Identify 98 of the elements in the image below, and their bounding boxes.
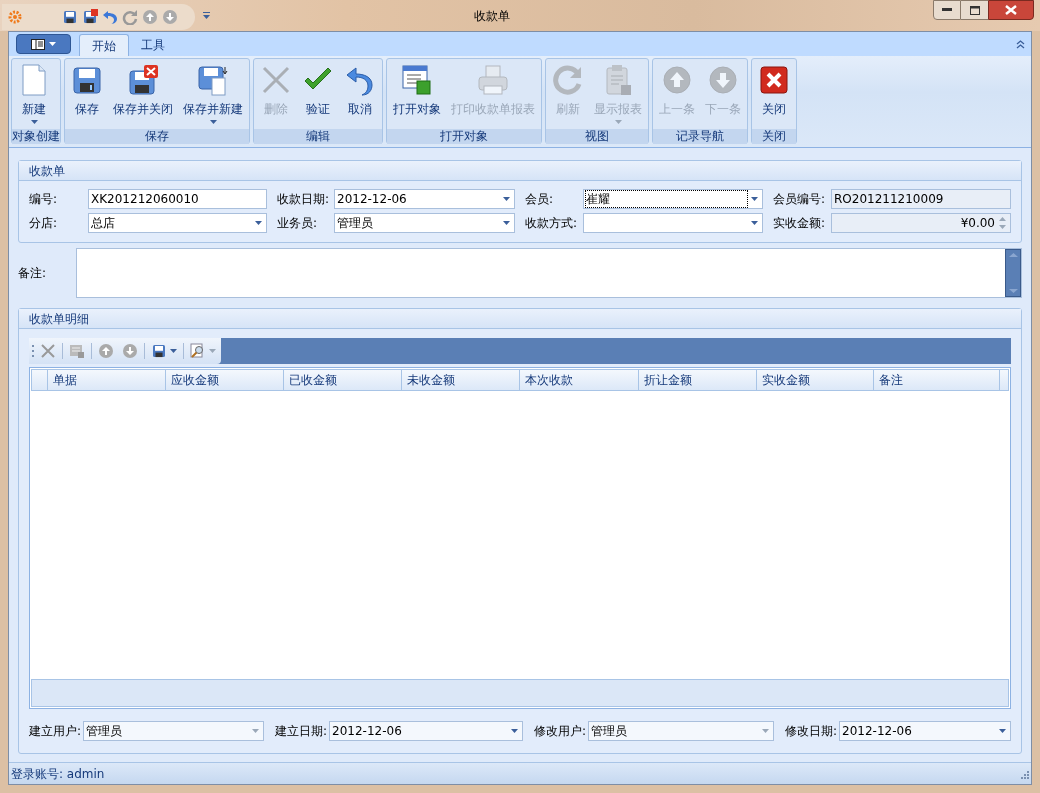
field-label: 备注:	[18, 265, 48, 282]
ribbon-button[interactable]: 保存并关闭	[109, 59, 177, 129]
collapse-ribbon-icon	[1016, 40, 1025, 49]
scroll-down-icon	[1008, 289, 1018, 293]
caret-icon	[209, 120, 217, 124]
number-field[interactable]: ¥0.00	[831, 213, 1011, 233]
group-label: 视图	[546, 129, 648, 144]
save-close-button[interactable]	[82, 8, 98, 25]
ribbon-button[interactable]: 保存	[67, 59, 107, 129]
column-header[interactable]: 实收金额	[757, 370, 874, 390]
field-label: 实收金额:	[773, 215, 827, 232]
close-button[interactable]	[988, 0, 1034, 20]
caret-icon	[503, 197, 510, 201]
field-label: 分店:	[29, 215, 59, 232]
caret-icon	[503, 221, 510, 225]
dropdown-field[interactable]: 2012-12-06	[839, 721, 1011, 741]
floppy-disk-document-icon	[197, 64, 229, 96]
dropdown-field[interactable]: 崔耀	[583, 189, 763, 209]
caret-icon	[751, 221, 758, 225]
field-label: 会员:	[525, 191, 555, 208]
dropdown-field[interactable]: 总店	[88, 213, 267, 233]
field-label: 建立日期:	[275, 723, 329, 740]
remark-textarea[interactable]	[76, 248, 1022, 298]
customize-toolbar-button[interactable]	[203, 12, 210, 19]
group-label: 记录导航	[653, 129, 747, 144]
group-label: 编辑	[254, 129, 382, 144]
up-button[interactable]	[142, 8, 158, 25]
field-label: 建立用户:	[29, 723, 83, 740]
column-header[interactable]: 应收金额	[166, 370, 284, 390]
column-header[interactable]: 单据	[48, 370, 166, 390]
undo-icon	[344, 64, 376, 96]
resize-grip-icon	[1019, 768, 1029, 779]
undo-icon	[102, 8, 118, 25]
application-menu-button[interactable]	[16, 34, 71, 54]
caret-icon	[49, 42, 56, 46]
caret-icon	[170, 349, 177, 353]
dropdown-field[interactable]: 2012-12-06	[334, 189, 515, 209]
caret-icon	[30, 120, 38, 124]
ribbon-button[interactable]: 取消	[340, 59, 380, 129]
ribbon-button[interactable]: 打开对象	[389, 59, 445, 129]
search-icon	[190, 343, 206, 359]
caret-icon	[614, 120, 622, 124]
grid-icon	[69, 343, 85, 359]
redo-button[interactable]	[122, 8, 138, 25]
ribbon-button[interactable]: 验证	[298, 59, 338, 129]
input-field[interactable]: XK201212060010	[88, 189, 267, 209]
ribbon-tab[interactable]: 工具	[129, 34, 177, 56]
field-label: 收款方式:	[525, 215, 579, 232]
caret-icon	[209, 349, 216, 353]
column-header[interactable]: 已收金额	[284, 370, 402, 390]
field-label: 编号:	[29, 191, 59, 208]
maximize-button[interactable]	[961, 0, 988, 20]
minimize-icon	[942, 8, 952, 12]
refresh-icon	[552, 64, 584, 96]
field-label: 业务员:	[277, 215, 319, 232]
save-button[interactable]	[62, 8, 78, 25]
redo-icon	[122, 8, 138, 25]
close-icon	[758, 64, 790, 96]
group-label: 打开对象	[387, 129, 541, 144]
group-label: 保存	[65, 129, 249, 144]
input-field[interactable]: RO201211210009	[831, 189, 1011, 209]
caret-icon	[203, 12, 210, 19]
group-label: 关闭	[752, 129, 796, 144]
column-header[interactable]: 折让金额	[639, 370, 757, 390]
delete-icon	[40, 343, 56, 359]
dropdown-field[interactable]: 管理员	[334, 213, 515, 233]
ribbon-button[interactable]: 新建	[14, 59, 54, 129]
section-title: 收款单明细	[29, 310, 89, 328]
delete-icon	[260, 64, 292, 96]
field-label: 收款日期:	[277, 191, 331, 208]
status-text: 登录账号: admin	[11, 765, 106, 783]
window-cube-icon	[401, 64, 433, 96]
window-title: 收款单	[472, 7, 511, 25]
down-button[interactable]	[162, 8, 178, 25]
column-header[interactable]: 备注	[874, 370, 1000, 390]
column-header[interactable]: 未收金额	[402, 370, 520, 390]
panel-icon	[31, 38, 45, 50]
dropdown-field[interactable]: 2012-12-06	[329, 721, 523, 741]
dropdown-field[interactable]	[583, 213, 763, 233]
floppy-disk-close-icon	[82, 8, 98, 25]
maximize-icon	[969, 5, 980, 15]
minimize-button[interactable]	[933, 0, 961, 20]
scroll-up-icon	[1008, 253, 1018, 257]
ribbon-button[interactable]: 保存并新建	[179, 59, 247, 129]
caret-icon	[751, 197, 758, 201]
floppy-disk-close-icon	[127, 64, 159, 96]
field-label: 会员编号:	[773, 191, 827, 208]
ribbon-button[interactable]: 关闭	[754, 59, 794, 129]
close-icon	[1005, 5, 1017, 15]
caret-icon	[255, 221, 262, 225]
field-label: 修改用户:	[534, 723, 588, 740]
field-label: 修改日期:	[785, 723, 839, 740]
ribbon-tab[interactable]: 开始	[79, 34, 129, 56]
section-title: 收款单	[29, 162, 65, 180]
column-header[interactable]: 本次收款	[520, 370, 639, 390]
group-label: 对象创建	[12, 129, 60, 144]
spinner-arrows-icon	[999, 216, 1006, 230]
printer-icon	[477, 64, 509, 96]
